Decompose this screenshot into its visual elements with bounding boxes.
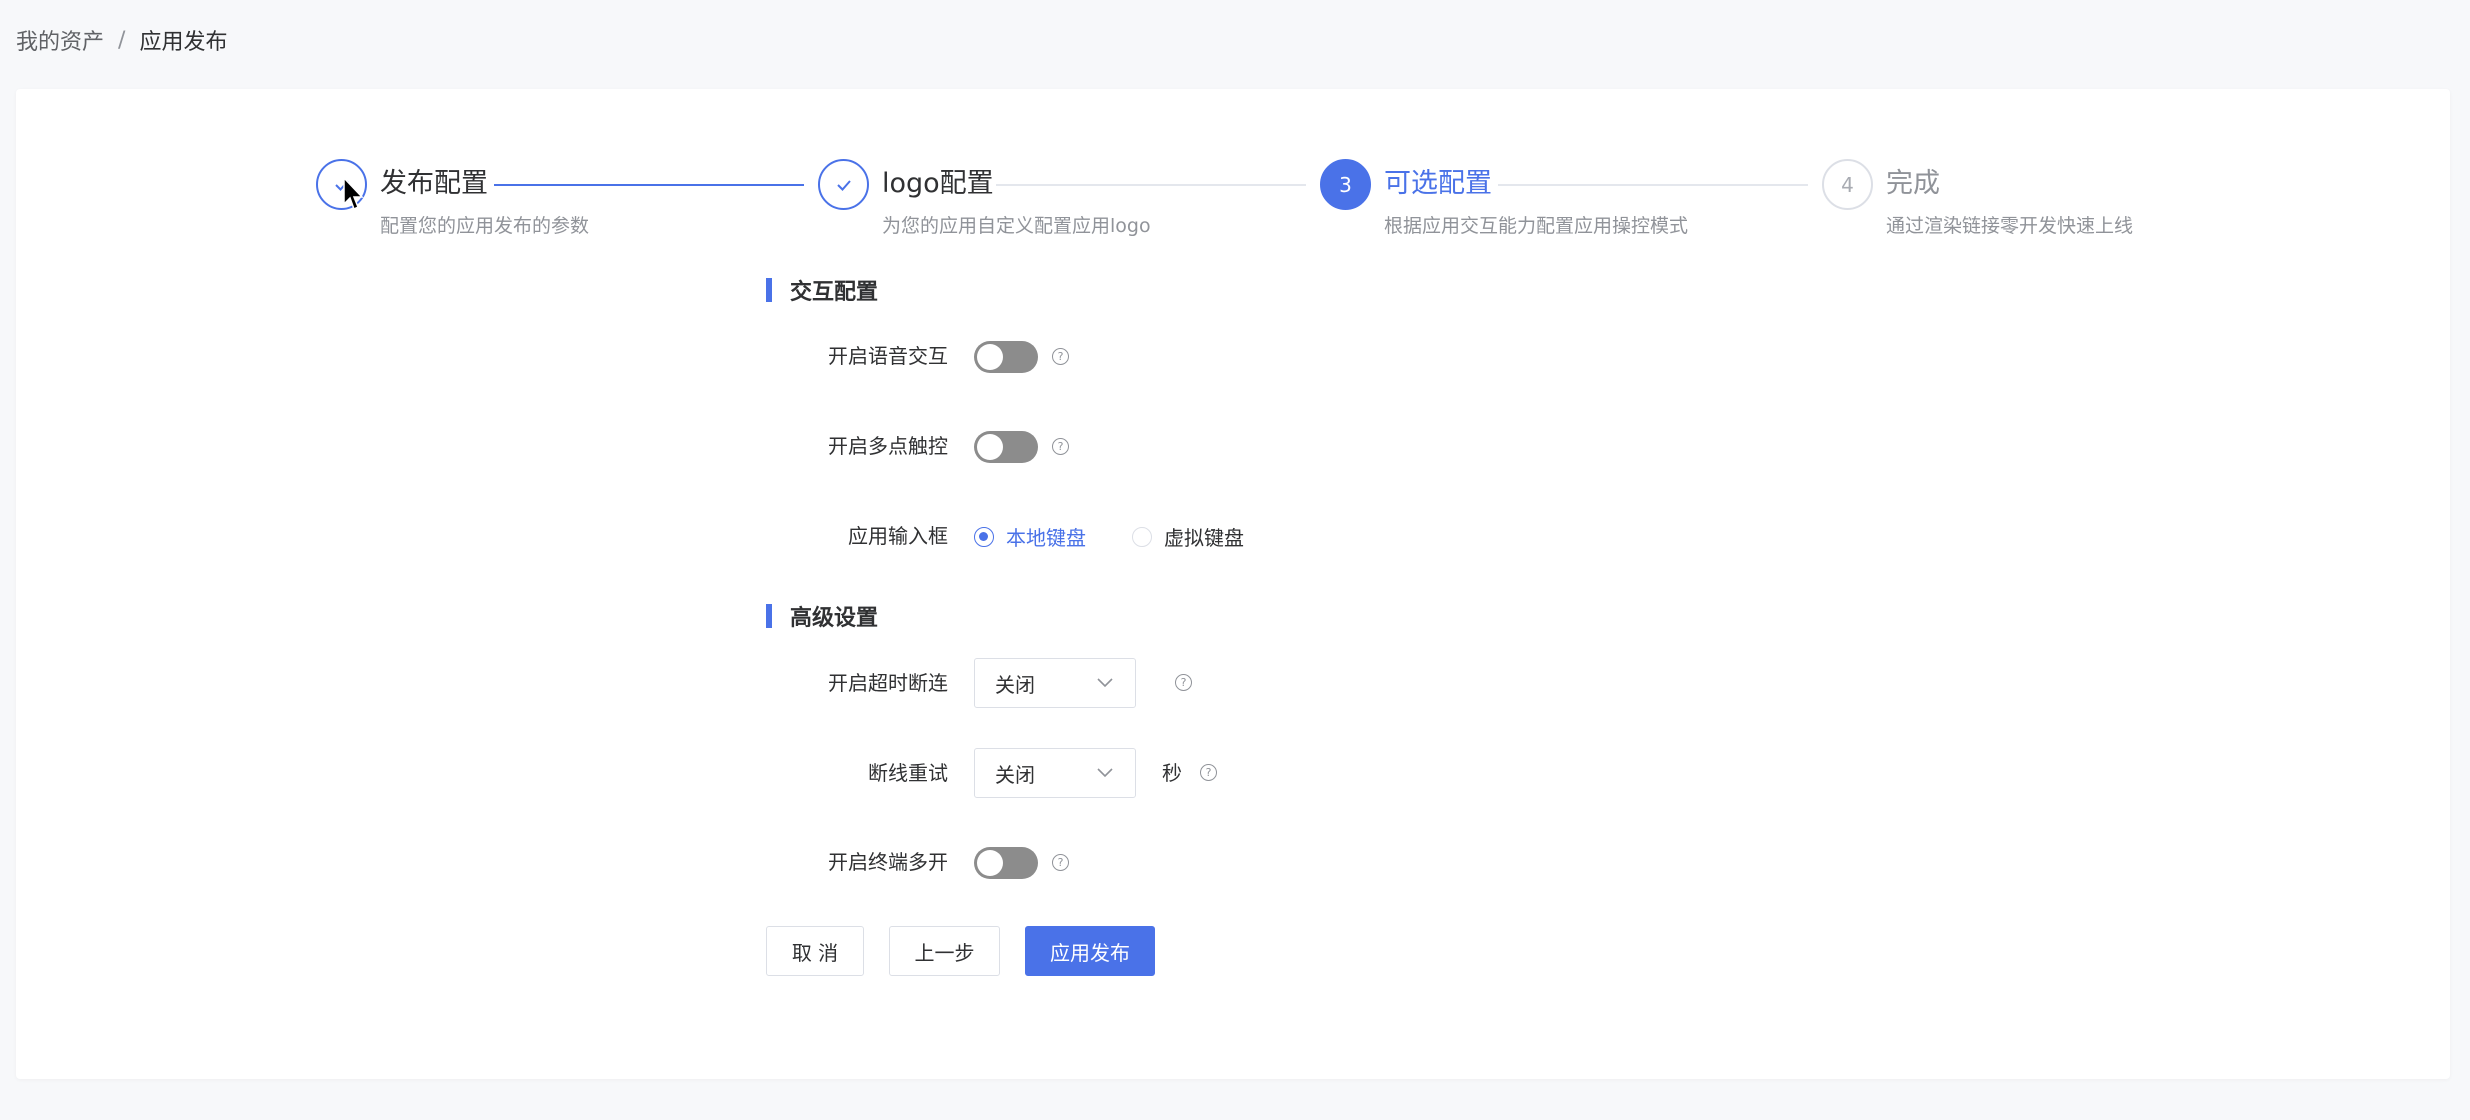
voice-label: 开启语音交互 <box>828 344 948 368</box>
section-advanced-title: 高级设置 <box>790 606 879 631</box>
step-3-connector <box>1498 184 1808 186</box>
radio-local-keyboard-label: 本地键盘 <box>1006 526 1086 550</box>
section-accent-bar <box>766 604 772 628</box>
step-2-circle[interactable] <box>818 159 869 210</box>
step-1-connector <box>494 184 804 186</box>
radio-virtual-keyboard[interactable]: 虚拟键盘 <box>1132 522 1244 551</box>
retry-help-icon[interactable]: ? <box>1200 764 1217 781</box>
radio-virtual-keyboard-label: 虚拟键盘 <box>1164 526 1244 550</box>
step-4-title: 完成 <box>1886 168 1940 199</box>
multiterm-label: 开启终端多开 <box>828 850 948 874</box>
section-interaction-title: 交互配置 <box>790 280 879 305</box>
step-4-circle: 4 <box>1822 159 1873 210</box>
switch-knob <box>977 344 1003 370</box>
timeout-label: 开启超时断连 <box>828 671 948 695</box>
timeout-select[interactable]: 关闭 <box>974 658 1136 708</box>
voice-help-icon[interactable]: ? <box>1052 348 1069 365</box>
timeout-help-icon[interactable]: ? <box>1175 674 1192 691</box>
retry-select-value: 关闭 <box>995 762 1035 787</box>
step-4-desc: 通过渲染链接零开发快速上线 <box>1886 215 2134 237</box>
multitouch-switch[interactable] <box>974 431 1038 463</box>
prev-step-button[interactable]: 上一步 <box>889 926 1000 976</box>
section-advanced: 高级设置 <box>766 601 878 631</box>
step-2-connector <box>996 184 1306 186</box>
breadcrumb-my-assets[interactable]: 我的资产 <box>16 24 104 56</box>
chevron-down-icon <box>1097 678 1113 688</box>
publish-button[interactable]: 应用发布 <box>1025 926 1155 976</box>
step-2-desc: 为您的应用自定义配置应用logo <box>882 215 1151 237</box>
mouse-cursor-icon <box>343 176 364 211</box>
multiterm-switch[interactable] <box>974 847 1038 879</box>
step-1-title[interactable]: 发布配置 <box>380 166 488 202</box>
input-label: 应用输入框 <box>848 524 948 548</box>
breadcrumb-separator: / <box>118 27 126 53</box>
switch-knob <box>977 850 1003 876</box>
step-2-title[interactable]: logo配置 <box>882 166 994 202</box>
multitouch-help-icon[interactable]: ? <box>1052 438 1069 455</box>
section-interaction: 交互配置 <box>766 275 878 305</box>
timeout-select-value: 关闭 <box>995 672 1035 697</box>
step-3-circle: 3 <box>1320 159 1371 210</box>
step-3-desc: 根据应用交互能力配置应用操控模式 <box>1384 215 1689 237</box>
step-1-desc: 配置您的应用发布的参数 <box>380 215 590 237</box>
section-accent-bar <box>766 278 772 302</box>
multiterm-help-icon[interactable]: ? <box>1052 854 1069 871</box>
check-icon <box>836 179 851 191</box>
retry-select[interactable]: 关闭 <box>974 748 1136 798</box>
radio-local-keyboard[interactable]: 本地键盘 <box>974 522 1086 551</box>
retry-label: 断线重试 <box>868 761 948 785</box>
breadcrumb-current: 应用发布 <box>139 30 228 55</box>
radio-dot <box>974 526 994 547</box>
breadcrumb: 我的资产 / 应用发布 <box>16 24 227 56</box>
step-3-title: 可选配置 <box>1384 168 1492 199</box>
voice-switch[interactable] <box>974 341 1038 373</box>
multitouch-label: 开启多点触控 <box>828 434 948 458</box>
retry-unit: 秒 <box>1162 761 1182 785</box>
cancel-button[interactable]: 取 消 <box>766 926 864 976</box>
chevron-down-icon <box>1097 768 1113 778</box>
switch-knob <box>977 434 1003 460</box>
radio-dot <box>1132 526 1152 547</box>
